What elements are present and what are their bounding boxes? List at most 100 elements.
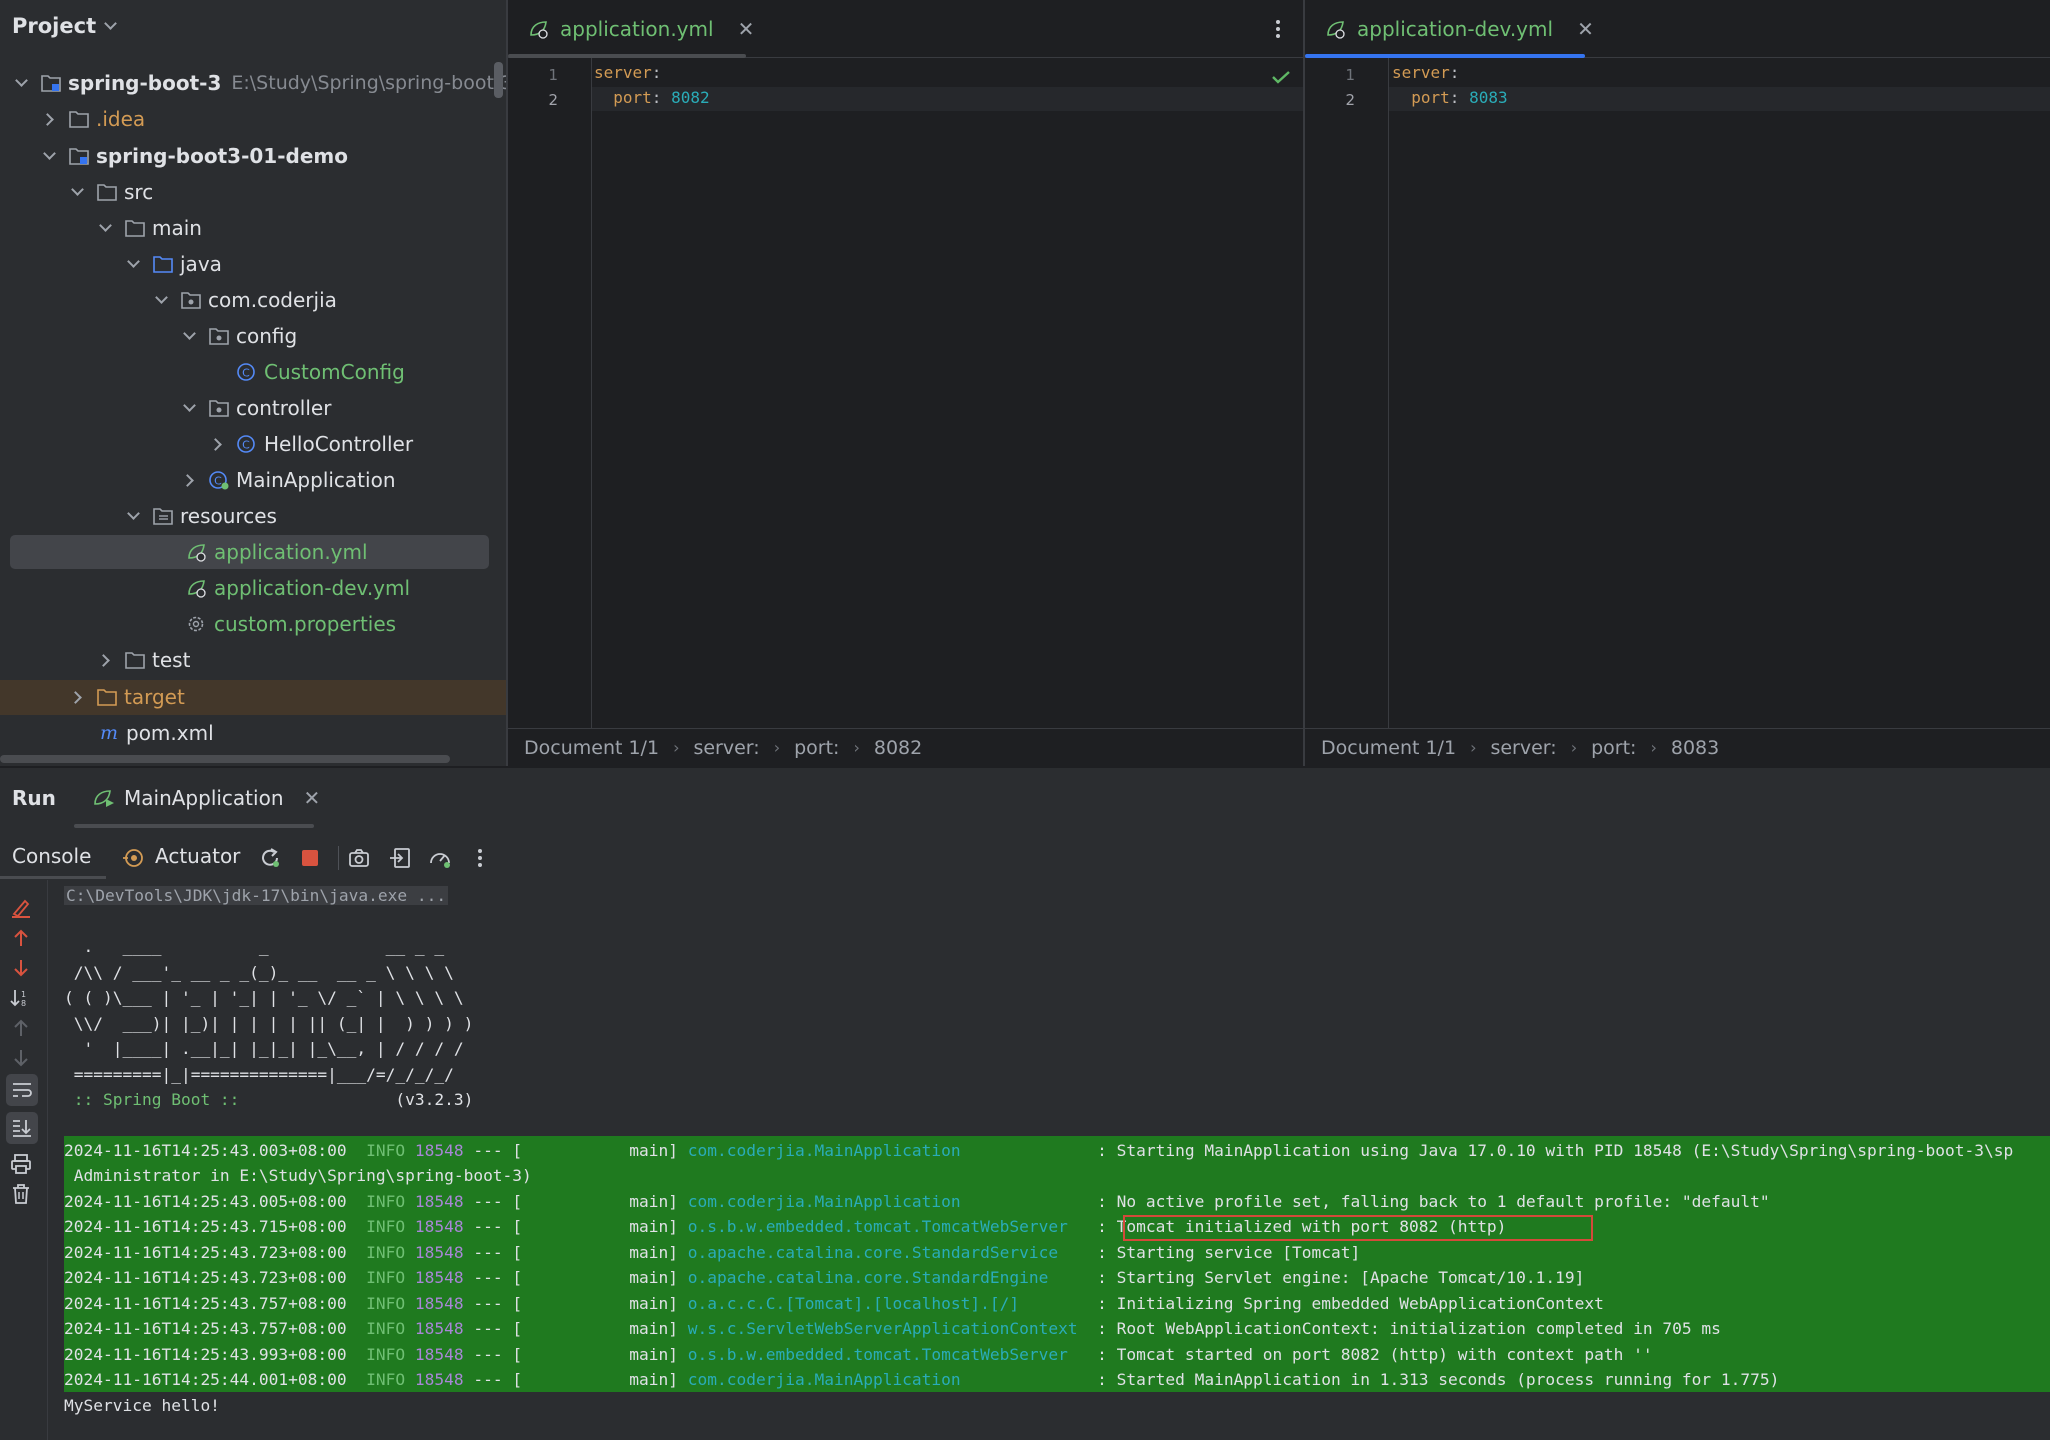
project-view-selector[interactable]: Project xyxy=(12,14,117,38)
chevron-right-icon[interactable] xyxy=(180,471,198,489)
banner-line: /\\ / ___'_ __ _ _(_)_ __ __ _ \ \ \ \ xyxy=(64,963,454,982)
breadcrumb-item[interactable]: Document 1/1 xyxy=(524,737,659,759)
tree-item-config[interactable]: config xyxy=(180,319,297,353)
horizontal-scrollbar[interactable] xyxy=(0,755,450,763)
scroll-to-end-icon[interactable] xyxy=(10,1116,34,1140)
tree-item-hellocontroller[interactable]: C HelloController xyxy=(208,427,413,461)
next-occurrence-icon[interactable] xyxy=(9,1046,33,1070)
chevron-down-icon[interactable] xyxy=(68,183,86,201)
clear-icon[interactable] xyxy=(9,896,33,920)
source-folder-icon xyxy=(153,256,173,273)
tree-item-spring-boot3-01-demo[interactable]: spring-boot3-01-demo xyxy=(40,139,348,173)
command-line[interactable]: C:\DevTools\JDK\jdk-17\bin\java.exe ... xyxy=(64,886,449,905)
soft-wrap-icon[interactable] xyxy=(10,1078,34,1102)
tree-item-target[interactable]: target xyxy=(68,680,185,714)
log-line-continuation: Administrator in E:\Study\Spring\spring-… xyxy=(64,1166,532,1185)
chevron-down-icon[interactable] xyxy=(180,399,198,417)
gear-icon xyxy=(188,616,204,632)
camera-icon[interactable] xyxy=(347,846,371,870)
code-line-1[interactable]: server: xyxy=(1392,63,1459,82)
tree-item-pom-xml[interactable]: m pom.xml xyxy=(98,716,214,750)
breadcrumb-item[interactable]: port: xyxy=(1591,737,1636,759)
breadcrumb-item[interactable]: 8083 xyxy=(1671,737,1719,759)
tree-item-application-dev-yml[interactable]: application-dev.yml xyxy=(186,571,410,605)
chevron-right-icon[interactable] xyxy=(96,651,114,669)
print-icon[interactable] xyxy=(9,1152,33,1176)
package-icon xyxy=(209,328,229,345)
rerun-icon[interactable] xyxy=(258,846,282,870)
stop-icon[interactable] xyxy=(298,846,322,870)
tree-item-label: controller xyxy=(236,396,332,420)
tree-item-resources[interactable]: resources xyxy=(124,499,277,533)
breadcrumb-item[interactable]: Document 1/1 xyxy=(1321,737,1456,759)
more-options-icon[interactable] xyxy=(1275,18,1281,40)
console-output[interactable]: C:\DevTools\JDK\jdk-17\bin\java.exe ... … xyxy=(64,880,2050,1440)
chevron-down-icon[interactable] xyxy=(180,327,198,345)
chevron-right-icon[interactable] xyxy=(208,435,226,453)
profiler-icon[interactable] xyxy=(428,846,452,870)
class-icon: C xyxy=(237,363,255,381)
log-line: 2024-11-16T14:25:43.757+08:00 INFO 18548… xyxy=(64,1319,1721,1338)
tab-actuator[interactable]: Actuator xyxy=(155,844,240,868)
breadcrumb-item[interactable]: port: xyxy=(794,737,839,759)
svg-text:C: C xyxy=(214,475,222,488)
code-line-1[interactable]: server: xyxy=(594,63,661,82)
tree-item-spring-boot-3[interactable]: spring-boot-3 E:\Study\Spring\spring-boo… xyxy=(12,66,506,100)
vertical-scrollbar[interactable] xyxy=(494,62,503,98)
no-problems-check-icon[interactable] xyxy=(1271,70,1291,84)
close-icon[interactable]: ✕ xyxy=(1577,17,1594,41)
tree-item-customconfig[interactable]: C CustomConfig xyxy=(236,355,405,389)
run-title: Run xyxy=(12,786,56,810)
chevron-down-icon[interactable] xyxy=(96,219,114,237)
editor-application-dev-yml[interactable]: application-dev.yml ✕ 1 2 server: port: … xyxy=(1305,0,2050,766)
editor-application-yml[interactable]: application.yml ✕ 1 2 server: port: 8082… xyxy=(508,0,1303,766)
tree-item-java[interactable]: java xyxy=(124,247,222,281)
chevron-down-icon[interactable] xyxy=(152,291,170,309)
chevron-right-icon[interactable] xyxy=(68,688,86,706)
tab-label: application.yml xyxy=(560,17,714,41)
arrow-down-icon[interactable] xyxy=(9,956,33,980)
breadcrumb-item[interactable]: server: xyxy=(693,737,759,759)
tree-item-controller[interactable]: controller xyxy=(180,391,331,425)
chevron-down-icon[interactable] xyxy=(124,255,142,273)
spring-yaml-icon xyxy=(1327,21,1345,39)
exit-icon[interactable] xyxy=(388,846,412,870)
chevron-down-icon[interactable] xyxy=(40,147,58,165)
tree-item-mainapplication[interactable]: C MainApplication xyxy=(180,463,396,497)
banner-line: ( ( )\___ | '_ | '_| | '_ \/ _` | \ \ \ … xyxy=(64,988,464,1007)
close-icon[interactable]: ✕ xyxy=(304,786,321,810)
sort-icon[interactable]: 18 xyxy=(9,986,33,1010)
tab-application-dev-yml[interactable]: application-dev.yml ✕ xyxy=(1305,0,1614,58)
package-icon xyxy=(209,400,229,417)
arrow-up-icon[interactable] xyxy=(9,926,33,950)
code-line-2[interactable]: port: 8082 xyxy=(594,88,709,107)
editor-tab-bar: application-dev.yml ✕ xyxy=(1305,0,2050,58)
breadcrumb-item[interactable]: 8082 xyxy=(874,737,922,759)
previous-occurrence-icon[interactable] xyxy=(9,1016,33,1040)
breadcrumb-item[interactable]: server: xyxy=(1490,737,1556,759)
tree-item-label: application-dev.yml xyxy=(214,576,411,600)
chevron-right-icon[interactable] xyxy=(40,110,58,128)
tab-console[interactable]: Console xyxy=(12,844,91,868)
tree-item-test[interactable]: test xyxy=(96,643,190,677)
module-folder-icon xyxy=(69,148,89,165)
chevron-down-icon[interactable] xyxy=(12,74,30,92)
close-icon[interactable]: ✕ xyxy=(738,17,755,41)
tree-item-src[interactable]: src xyxy=(68,175,153,209)
chevron-down-icon[interactable] xyxy=(124,507,142,525)
trash-icon[interactable] xyxy=(9,1182,33,1206)
tree-item-com-coderjia[interactable]: com.coderjia xyxy=(152,283,337,317)
tab-application-yml[interactable]: application.yml ✕ xyxy=(508,0,774,58)
tree-item-application-yml[interactable]: application.yml xyxy=(186,535,368,569)
tree-item-main[interactable]: main xyxy=(96,211,202,245)
line-gutter: 1 2 xyxy=(1305,58,1389,730)
folder-icon xyxy=(125,220,145,237)
log-line: 2024-11-16T14:25:43.993+08:00 INFO 18548… xyxy=(64,1345,1653,1364)
tree-item-custom-properties[interactable]: custom.properties xyxy=(186,607,396,641)
code-line-2[interactable]: port: 8083 xyxy=(1392,88,1507,107)
tab-run-mainapplication[interactable]: MainApplication ✕ xyxy=(92,786,320,810)
tab-underline xyxy=(0,876,106,879)
tree-item-idea[interactable]: .idea xyxy=(40,102,145,136)
more-options-icon[interactable] xyxy=(468,846,492,870)
banner-line: . ____ _ __ _ _ xyxy=(64,937,445,956)
